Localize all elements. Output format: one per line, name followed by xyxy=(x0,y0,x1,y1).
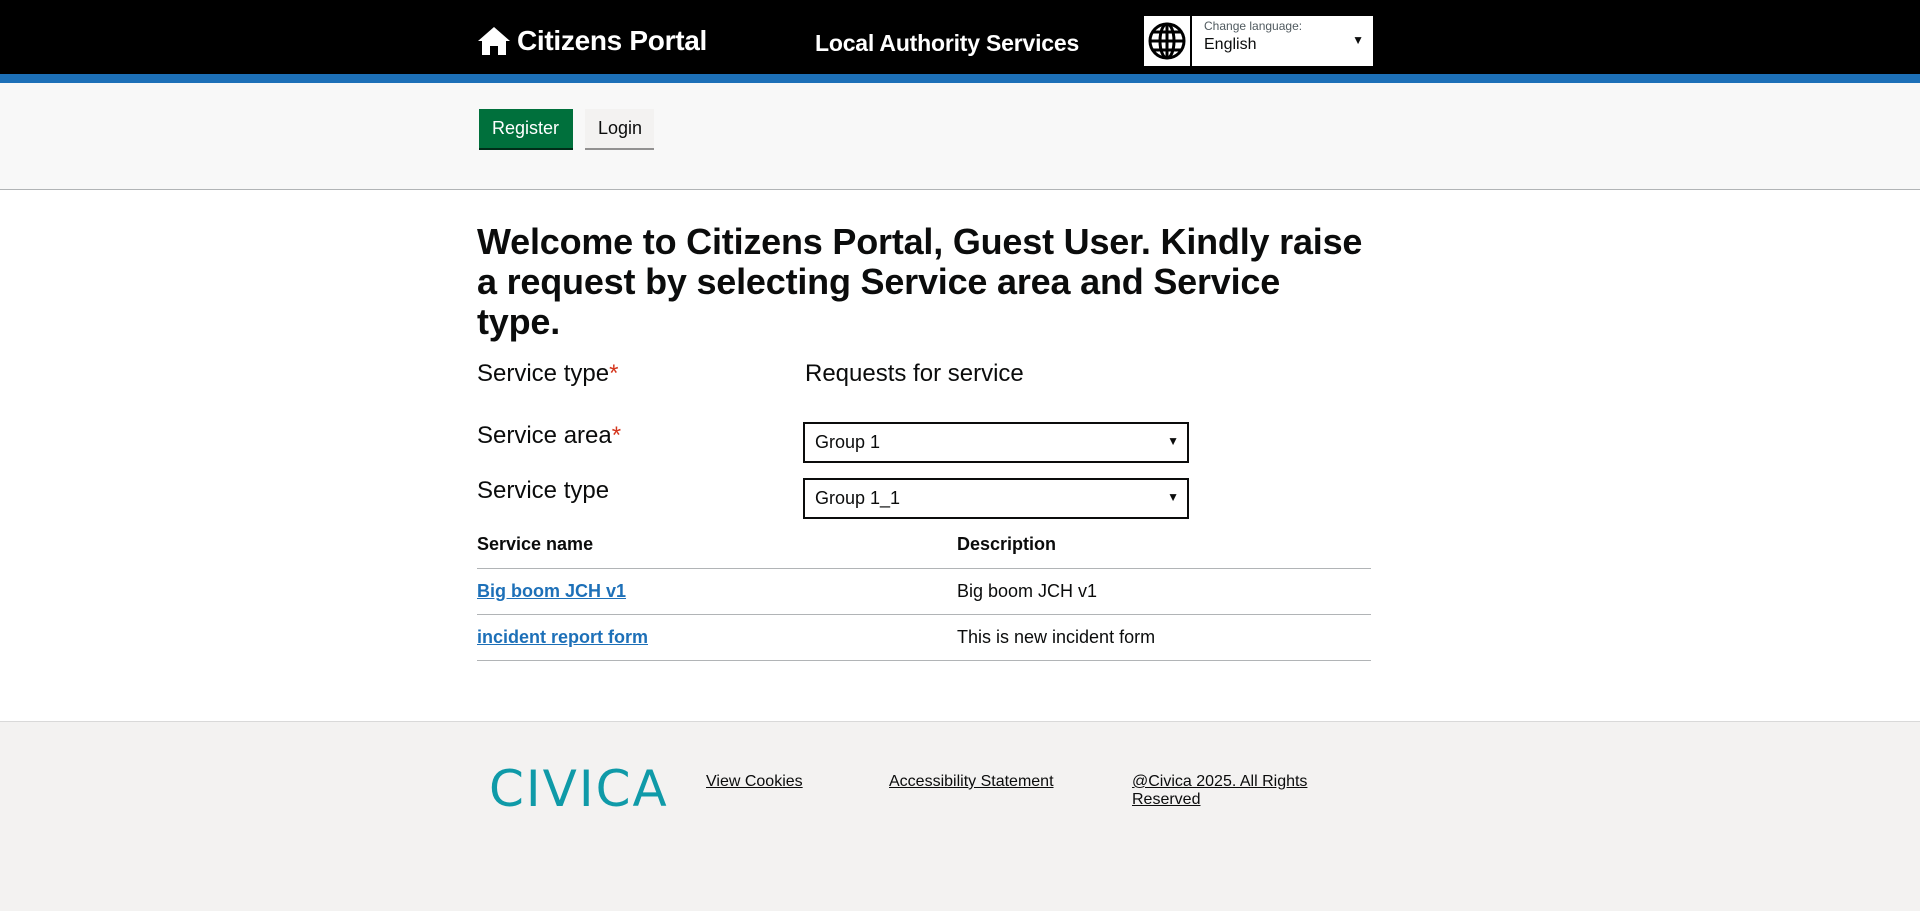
service-area-label: Service area* xyxy=(477,422,622,449)
service-link[interactable]: Big boom JCH v1 xyxy=(477,581,626,601)
language-caption: Change language: xyxy=(1204,19,1303,33)
chevron-down-icon: ▼ xyxy=(1167,490,1179,504)
service-type-value: Requests for service xyxy=(805,360,1024,387)
account-nav: Register Login xyxy=(0,83,1920,190)
table-row: Big boom JCH v1 Big boom JCH v1 xyxy=(477,569,1371,615)
table-header: Service name Description xyxy=(477,528,1371,569)
login-button[interactable]: Login xyxy=(585,109,654,150)
service-type-select[interactable]: Group 1_1 ▼ xyxy=(803,478,1189,519)
site-footer: CIVICA View Cookies Accessibility Statem… xyxy=(0,721,1920,911)
home-icon xyxy=(478,27,510,55)
service-area-select[interactable]: Group 1 ▼ xyxy=(803,422,1189,463)
required-marker: * xyxy=(611,422,622,449)
language-dropdown[interactable]: Change language: English ▼ xyxy=(1192,16,1373,66)
main-content: Welcome to Citizens Portal, Guest User. … xyxy=(0,190,1920,721)
civica-logo: CIVICA xyxy=(489,760,669,818)
page-title: Welcome to Citizens Portal, Guest User. … xyxy=(477,221,1363,342)
accessibility-statement-link[interactable]: Accessibility Statement xyxy=(889,773,1054,791)
register-button[interactable]: Register xyxy=(479,109,573,150)
required-marker: * xyxy=(609,360,619,387)
service-description: Big boom JCH v1 xyxy=(957,581,1098,601)
chevron-down-icon: ▼ xyxy=(1167,434,1179,448)
view-cookies-link[interactable]: View Cookies xyxy=(706,773,803,791)
site-header: Citizens Portal Local Authority Services… xyxy=(0,0,1920,83)
language-selector[interactable]: Change language: English ▼ xyxy=(1144,16,1373,66)
service-type-select-value: Group 1_1 xyxy=(815,488,901,508)
globe-icon xyxy=(1144,16,1190,66)
column-header-description: Description xyxy=(957,534,1057,554)
service-description: This is new incident form xyxy=(957,627,1156,647)
table-row: incident report form This is new inciden… xyxy=(477,615,1371,661)
service-type-label: Service type* xyxy=(477,360,619,387)
column-header-service-name: Service name xyxy=(477,534,594,554)
language-value: English xyxy=(1204,36,1257,53)
brand-title: Citizens Portal xyxy=(517,25,707,56)
service-area-value: Group 1 xyxy=(815,432,881,452)
brand-link[interactable]: Citizens Portal xyxy=(477,25,707,57)
header-container: Citizens Portal Local Authority Services… xyxy=(477,0,1373,74)
copyright-link[interactable]: @Civica 2025. All Rights Reserved xyxy=(1132,773,1371,809)
chevron-down-icon: ▼ xyxy=(1352,33,1364,47)
service-name: Local Authority Services xyxy=(815,30,1080,56)
services-table: Service name Description Big boom JCH v1… xyxy=(477,528,1371,661)
service-link[interactable]: incident report form xyxy=(477,627,648,647)
service-type2-label: Service type xyxy=(477,477,610,504)
